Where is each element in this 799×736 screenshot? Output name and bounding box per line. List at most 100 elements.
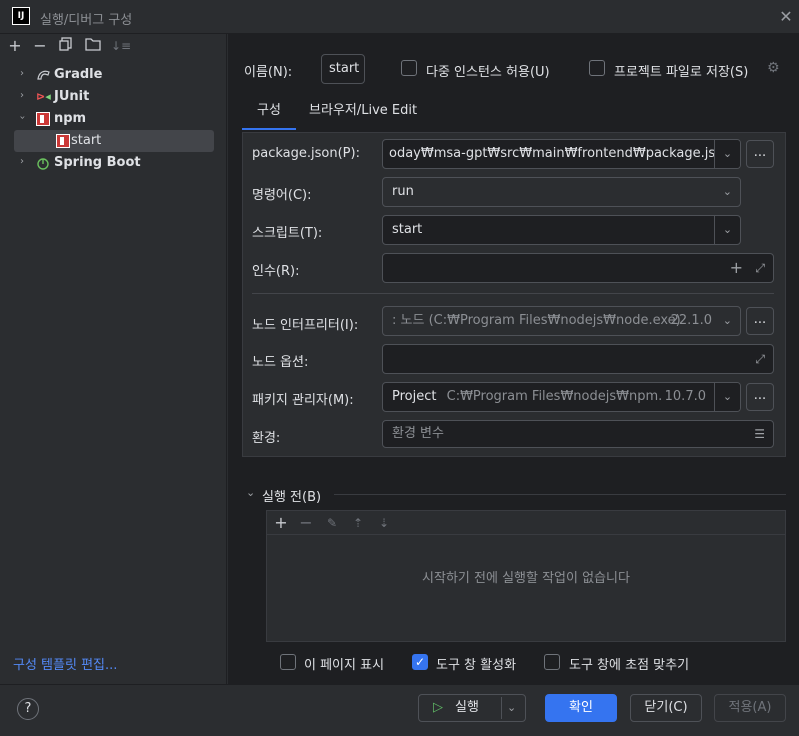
tab-browser-live-edit[interactable]: 브라우저/Live Edit: [309, 96, 417, 130]
sidebar-item-label: npm: [54, 111, 87, 126]
sidebar-item-gradle[interactable]: › Gradle: [14, 64, 214, 86]
browse-package-manager-button[interactable]: ...: [746, 383, 774, 411]
spring-boot-icon: [36, 156, 50, 170]
sidebar-item-junit[interactable]: › ⊳◂ JUnit: [14, 86, 214, 108]
chevron-down-icon[interactable]: ⌄: [246, 486, 255, 499]
chevron-down-icon[interactable]: ⌄: [723, 307, 732, 335]
package-manager-label: 패키지 관리자(M):: [252, 393, 354, 408]
environment-input[interactable]: 환경 변수 ☰: [382, 420, 774, 448]
apply-button[interactable]: 적용(A): [714, 694, 786, 722]
copy-icon[interactable]: [57, 37, 75, 55]
store-project-label: 프로젝트 파일로 저장(S): [614, 65, 749, 80]
sidebar-item-label: start: [71, 133, 102, 148]
divider: [334, 494, 786, 495]
run-label: 실행: [455, 700, 479, 715]
minus-icon[interactable]: −: [31, 37, 49, 55]
show-page-label: 이 페이지 표시: [304, 658, 385, 673]
node-options-label: 노드 옵션:: [252, 355, 309, 370]
node-interpreter-prefix: 노드: [400, 313, 425, 328]
chevron-down-icon[interactable]: ⌄: [714, 383, 740, 411]
sidebar-item-start[interactable]: start: [14, 130, 214, 152]
multi-instance-label: 다중 인스턴스 허용(U): [426, 65, 550, 80]
expand-icon[interactable]: ⤢: [755, 254, 765, 282]
play-icon: ▷: [433, 700, 443, 715]
name-input[interactable]: start: [321, 54, 365, 84]
close-button[interactable]: 닫기(C): [630, 694, 702, 722]
window-title: 실행/디버그 구성: [40, 13, 133, 28]
sidebar: + − ↓≡ › Gradle › ⊳◂ JUnit › npm start ›…: [0, 34, 227, 684]
before-launch-list: + − ✎ ⇡ ⇣ 시작하기 전에 실행할 작업이 없습니다: [266, 510, 786, 642]
chevron-down-icon[interactable]: ⌄: [723, 178, 732, 206]
run-split-button[interactable]: ▷ 실행 ⌄: [418, 694, 526, 722]
package-json-value: oday₩msa-gpt₩src₩main₩frontend₩package.j…: [389, 146, 732, 161]
npm-icon: [56, 134, 70, 148]
tab-configuration[interactable]: 구성: [242, 96, 296, 130]
before-launch-empty-text: 시작하기 전에 실행할 작업이 없습니다: [422, 571, 630, 586]
package-manager-field[interactable]: Project C:₩Program Files₩nodejs₩npm.cr 1…: [382, 382, 741, 412]
chevron-right-icon[interactable]: ›: [16, 90, 28, 101]
chevron-down-icon[interactable]: ⌄: [714, 140, 740, 168]
environment-label: 환경:: [252, 431, 281, 446]
node-interpreter-label: 노드 인터프리터(I):: [252, 318, 359, 333]
arrow-up-icon[interactable]: ⇡: [349, 514, 367, 532]
script-field[interactable]: start ⌄: [382, 215, 741, 245]
ok-button[interactable]: 확인: [545, 694, 617, 722]
before-launch-title[interactable]: 실행 전(B): [262, 486, 321, 505]
chevron-down-icon[interactable]: ⌄: [507, 695, 516, 721]
divider: [501, 697, 502, 719]
pencil-icon[interactable]: ✎: [323, 514, 341, 532]
browse-node-interpreter-button[interactable]: ...: [746, 307, 774, 335]
focus-tool-checkbox[interactable]: [544, 654, 560, 670]
chevron-down-icon[interactable]: ⌄: [714, 216, 740, 244]
package-json-label: package.json(P):: [252, 146, 360, 161]
npm-icon: [36, 112, 50, 126]
sidebar-item-label: Gradle: [54, 67, 103, 82]
title-bar: IJ 실행/디버그 구성 ✕: [0, 0, 799, 34]
store-project-checkbox[interactable]: [589, 60, 605, 76]
before-launch-toolbar: + − ✎ ⇡ ⇣: [267, 511, 785, 535]
multi-instance-checkbox[interactable]: [401, 60, 417, 76]
edit-templates-link[interactable]: 구성 템플릿 편집...: [13, 654, 117, 673]
gear-icon[interactable]: ⚙: [767, 60, 783, 76]
environment-placeholder: 환경 변수: [392, 426, 444, 441]
list-icon[interactable]: ☰: [754, 421, 765, 447]
command-select[interactable]: run ⌄: [382, 177, 741, 207]
activate-tool-checkbox[interactable]: ✓: [412, 654, 428, 670]
args-label: 인수(R):: [252, 264, 300, 279]
browse-package-json-button[interactable]: ...: [746, 140, 774, 168]
chevron-down-icon[interactable]: ›: [17, 112, 28, 124]
folder-icon[interactable]: [84, 37, 102, 55]
node-version: 22.1.0: [670, 313, 712, 328]
focus-tool-label: 도구 창에 초점 맞추기: [569, 658, 690, 673]
expand-icon[interactable]: ⤢: [755, 345, 765, 373]
sidebar-item-label: Spring Boot: [54, 155, 141, 170]
script-value: start: [392, 222, 423, 237]
help-button[interactable]: ?: [17, 698, 39, 720]
node-interpreter-select[interactable]: : 노드 (C:₩Program Files₩nodejs₩node.exe) …: [382, 306, 741, 336]
package-manager-name: Project: [392, 389, 437, 404]
package-json-field[interactable]: oday₩msa-gpt₩src₩main₩frontend₩package.j…: [382, 139, 741, 169]
minus-icon[interactable]: −: [297, 514, 315, 532]
sidebar-item-label: JUnit: [54, 89, 90, 104]
package-manager-path: C:₩Program Files₩nodejs₩npm.cr: [446, 389, 675, 404]
node-options-input[interactable]: ⤢: [382, 344, 774, 374]
args-input[interactable]: + ⤢: [382, 253, 774, 283]
name-label: 이름(N):: [244, 65, 293, 80]
intellij-logo: IJ: [12, 7, 30, 25]
sort-icon[interactable]: ↓≡: [111, 37, 131, 55]
sidebar-item-npm[interactable]: › npm: [14, 108, 214, 130]
plus-icon[interactable]: +: [730, 254, 743, 282]
plus-icon[interactable]: +: [6, 37, 24, 55]
show-page-checkbox[interactable]: [280, 654, 296, 670]
sidebar-item-spring-boot[interactable]: › Spring Boot: [14, 152, 214, 174]
arrow-down-icon[interactable]: ⇣: [375, 514, 393, 532]
node-interpreter-path: (C:₩Program Files₩nodejs₩node.exe): [428, 313, 681, 328]
plus-icon[interactable]: +: [272, 514, 290, 532]
chevron-right-icon[interactable]: ›: [16, 68, 28, 79]
command-label: 명령어(C):: [252, 188, 312, 203]
gradle-icon: [36, 68, 50, 82]
junit-icon: ⊳◂: [36, 90, 51, 103]
chevron-right-icon[interactable]: ›: [16, 156, 28, 167]
divider: [252, 293, 774, 294]
close-icon[interactable]: ✕: [776, 7, 796, 27]
